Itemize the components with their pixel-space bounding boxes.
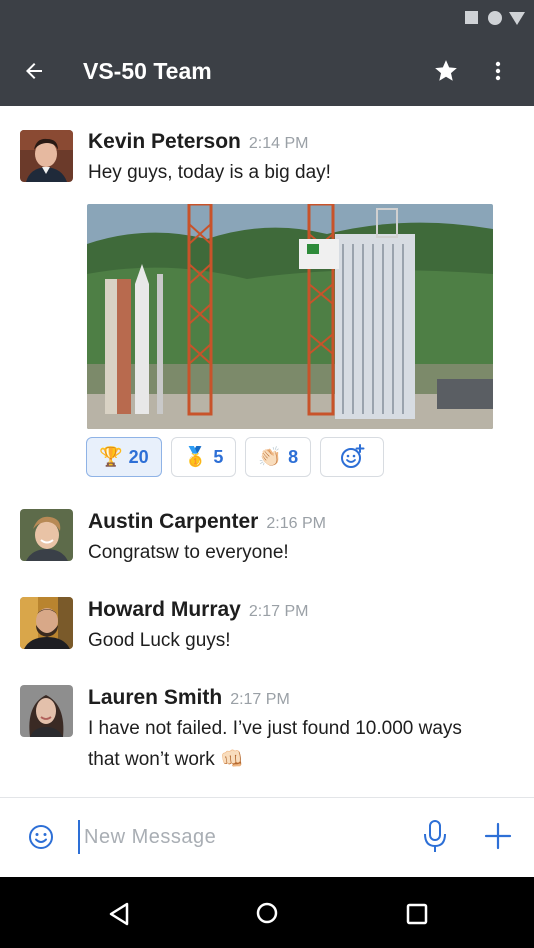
circle-home-icon	[256, 902, 278, 924]
more-vertical-icon	[495, 61, 501, 81]
medal-icon: 🥇	[183, 446, 208, 468]
system-recents-button[interactable]	[402, 899, 432, 929]
avatar[interactable]	[20, 597, 73, 649]
more-options-button[interactable]	[482, 53, 514, 89]
message-text: I have not failed. I’ve just found 10.00…	[88, 718, 462, 770]
reaction-count: 5	[213, 446, 224, 467]
smiley-icon	[29, 825, 53, 849]
message-image[interactable]	[87, 204, 493, 429]
system-nav-bar	[0, 877, 534, 948]
reaction-trophy[interactable]: 🏆 20	[86, 437, 162, 477]
clapping-hands-icon: 👏🏻	[258, 446, 283, 468]
reactions-bar: 🏆 20 🥇 5 👏🏻 8	[86, 437, 385, 477]
microphone-icon	[424, 820, 446, 852]
message-author: Austin Carpenter 2:16 PM	[88, 510, 326, 533]
avatar[interactable]	[20, 509, 73, 561]
message-composer	[0, 797, 534, 877]
add-emoji-icon	[341, 444, 365, 468]
reaction-clap[interactable]: 👏🏻 8	[245, 437, 312, 477]
message-text: Congratsw to everyone!	[88, 542, 289, 563]
message-author: Howard Murray 2:17 PM	[88, 598, 309, 621]
signal-indicator-icon	[509, 12, 525, 25]
message-text: Good Luck guys!	[88, 630, 231, 651]
avatar[interactable]	[20, 130, 73, 182]
reaction-medal[interactable]: 🥇 5	[170, 437, 237, 477]
favorite-button[interactable]	[428, 53, 464, 89]
system-home-button[interactable]	[252, 898, 282, 928]
message-time: 2:14 PM	[248, 135, 309, 152]
circle-indicator-icon	[488, 11, 502, 25]
message-author: Kevin Peterson 2:14 PM	[88, 130, 309, 153]
message-time: 2:16 PM	[266, 515, 326, 532]
recent-indicator-icon	[465, 11, 478, 24]
back-button[interactable]	[16, 53, 52, 89]
status-bar	[0, 0, 534, 36]
star-icon	[435, 60, 457, 81]
reaction-count: 8	[288, 446, 299, 467]
triangle-back-icon	[109, 902, 129, 926]
trophy-icon: 🏆	[99, 446, 123, 468]
message-time: 2:17 PM	[230, 691, 290, 708]
emoji-button[interactable]	[26, 822, 56, 852]
message-time: 2:17 PM	[248, 603, 309, 620]
avatar[interactable]	[20, 685, 73, 737]
page-title: VS-50 Team	[83, 58, 212, 84]
message-author: Lauren Smith 2:17 PM	[88, 686, 290, 709]
add-reaction-button[interactable]	[320, 437, 385, 477]
message-input[interactable]	[78, 820, 398, 854]
attach-button[interactable]	[482, 820, 514, 852]
square-recents-icon	[406, 903, 428, 925]
arrow-left-icon	[26, 63, 42, 79]
voice-message-button[interactable]	[420, 818, 450, 854]
reaction-count: 20	[128, 446, 149, 467]
message-text: Hey guys, today is a big day!	[88, 162, 331, 183]
plus-icon	[484, 822, 512, 850]
app-bar: VS-50 Team	[0, 36, 534, 106]
system-back-button[interactable]	[104, 899, 134, 929]
